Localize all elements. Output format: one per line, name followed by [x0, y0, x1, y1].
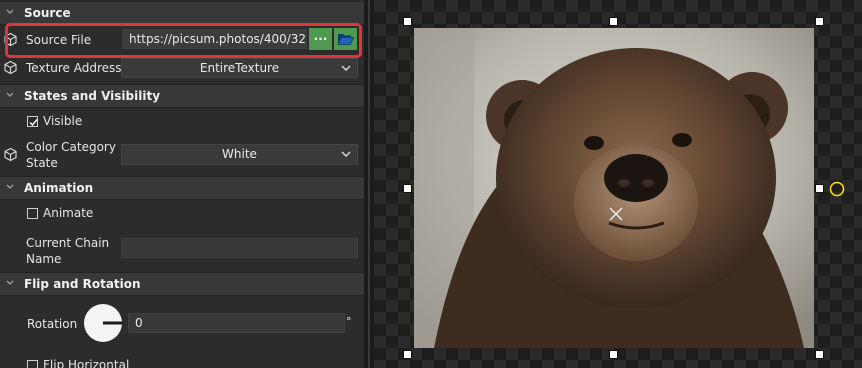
- color-category-state-select[interactable]: White: [121, 144, 358, 165]
- properties-panel: Source Source File https://picsum.photos…: [0, 0, 364, 368]
- current-chain-name-input[interactable]: [121, 238, 358, 258]
- bear-image[interactable]: [414, 28, 814, 348]
- animate-checkbox[interactable]: [27, 208, 38, 219]
- checkmark-icon: [29, 119, 38, 127]
- color-category-value: White: [222, 147, 257, 161]
- panel-splitter[interactable]: [364, 0, 374, 368]
- rotation-input[interactable]: 0: [128, 313, 345, 333]
- cube-icon: [4, 147, 17, 162]
- resize-handle-bottom-right[interactable]: [815, 350, 824, 359]
- texture-address-label: Texture Address: [26, 61, 122, 75]
- flip-horizontal-checkbox[interactable]: [27, 360, 38, 368]
- section-source[interactable]: Source: [0, 1, 364, 25]
- section-title: Animation: [24, 181, 94, 195]
- rotation-dial[interactable]: [83, 303, 123, 343]
- cube-icon: [4, 60, 17, 75]
- resize-handle-bottom[interactable]: [609, 350, 618, 359]
- bear-picture: [414, 28, 814, 348]
- visible-checkbox[interactable]: [27, 116, 38, 127]
- animate-label: Animate: [43, 206, 94, 220]
- chevron-down-icon[interactable]: [4, 181, 16, 193]
- chevron-down-icon[interactable]: [4, 89, 16, 101]
- flip-horizontal-label: Flip Horizontal: [43, 358, 130, 368]
- section-flip-rotation[interactable]: Flip and Rotation: [0, 272, 364, 296]
- texture-address-value: EntireTexture: [199, 61, 280, 75]
- color-category-label-line1: Color Category: [26, 140, 116, 154]
- section-title: States and Visibility: [24, 89, 161, 103]
- rotation-label: Rotation: [27, 317, 78, 331]
- resize-handle-left[interactable]: [403, 184, 412, 193]
- rotation-handle[interactable]: [829, 181, 845, 197]
- current-chain-label-line1: Current Chain: [26, 236, 110, 250]
- chevron-down-icon[interactable]: [4, 6, 16, 18]
- editor-canvas[interactable]: [374, 0, 862, 368]
- section-title: Source: [24, 6, 71, 20]
- section-states-visibility[interactable]: States and Visibility: [0, 84, 364, 108]
- visible-label: Visible: [43, 114, 83, 128]
- resize-handle-bottom-left[interactable]: [403, 350, 412, 359]
- chevron-down-icon: [341, 151, 351, 157]
- current-chain-label-line2: Name: [26, 252, 62, 266]
- texture-address-select[interactable]: EntireTexture: [121, 58, 358, 78]
- resize-handle-top[interactable]: [609, 17, 618, 26]
- resize-handle-top-right[interactable]: [815, 17, 824, 26]
- section-title: Flip and Rotation: [24, 277, 141, 291]
- source-file-highlight: [5, 23, 362, 58]
- chevron-down-icon[interactable]: [4, 277, 16, 289]
- resize-handle-top-left[interactable]: [403, 17, 412, 26]
- section-animation[interactable]: Animation: [0, 176, 364, 200]
- color-category-label-line2: State: [26, 156, 58, 170]
- rotation-unit: °: [346, 315, 352, 328]
- resize-handle-right[interactable]: [815, 184, 824, 193]
- splitter-grip[interactable]: [368, 0, 370, 368]
- chevron-down-icon: [341, 65, 351, 71]
